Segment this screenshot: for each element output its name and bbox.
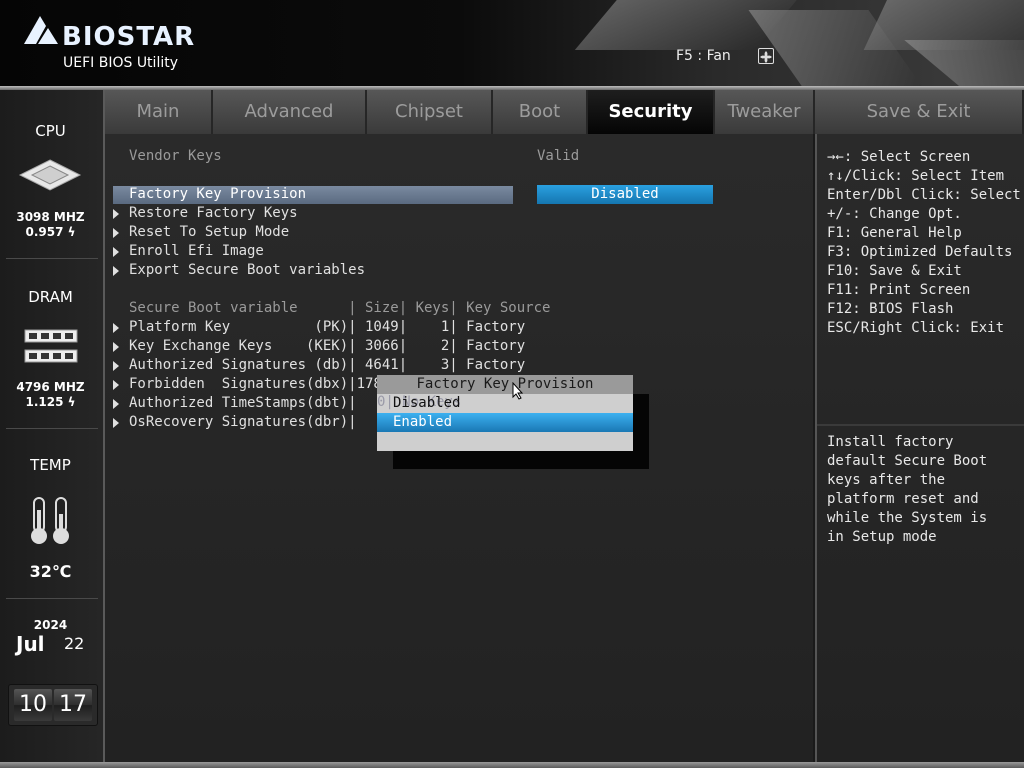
help-description: platform reset and [827, 491, 979, 507]
table-row[interactable]: Authorized TimeStamps(dbt)| [129, 394, 357, 413]
tab-main[interactable]: Main [105, 90, 213, 134]
factory-key-label[interactable]: Factory Key Provision [129, 185, 306, 204]
tab-advanced[interactable]: Advanced [213, 90, 367, 134]
table-row[interactable]: OsRecovery Signatures(dbr)| [129, 413, 357, 432]
submenu-arrow-icon [113, 380, 119, 390]
date-year: 2024 [33, 618, 68, 632]
time-minute: 17 [54, 689, 92, 721]
table-header: Secure Boot variable | Size| Keys| Key S… [129, 300, 551, 316]
cpu-frequency: 3098 MHZ [16, 210, 85, 224]
help-key: F10: Save & Exit [827, 263, 962, 279]
cpu-title: CPU [35, 122, 66, 140]
popup-title: Factory Key Provision [377, 375, 633, 394]
help-divider [817, 424, 1024, 426]
submenu-arrow-icon [113, 247, 119, 257]
biostar-logo-icon [24, 16, 58, 44]
tab-save-exit[interactable]: Save & Exit [815, 90, 1024, 134]
help-description: in Setup mode [827, 529, 937, 545]
help-key: Enter/Dbl Click: Select [827, 187, 1021, 203]
mouse-cursor-icon [512, 381, 524, 404]
thermometer-icon [28, 496, 76, 550]
vendor-keys-value: Valid [537, 148, 580, 164]
dram-voltage: 1.125 ϟ [25, 395, 76, 409]
brand-subtitle: UEFI BIOS Utility [63, 55, 178, 71]
cpu-voltage: 0.957 ϟ [25, 225, 76, 239]
submenu-arrow-icon [113, 361, 119, 371]
date-day: 22 [64, 634, 85, 653]
time-hour: 10 [14, 689, 52, 721]
dram-icon [24, 328, 78, 368]
time-clock: 10 17 [8, 684, 98, 726]
sidebar-divider [6, 428, 98, 429]
submenu-arrow-icon [113, 228, 119, 238]
tab-bar: Main Advanced Chipset Boot Security Twea… [105, 90, 1024, 134]
status-sidebar: CPU 3098 MHZ 0.957 ϟ DRAM 4796 MHZ 1.125… [0, 90, 105, 762]
help-key: ESC/Right Click: Exit [827, 320, 1005, 336]
menu-item-enroll-efi-image[interactable]: Enroll Efi Image [129, 242, 264, 261]
help-key: ↑↓/Click: Select Item [827, 168, 1005, 184]
option-popup: Factory Key Provision 0| No Keys Disable… [377, 375, 633, 451]
help-key: F1: General Help [827, 225, 962, 241]
vendor-keys-label: Vendor Keys [129, 148, 222, 164]
help-description: default Secure Boot [827, 453, 988, 469]
dram-frequency: 4796 MHZ [16, 380, 85, 394]
tab-chipset[interactable]: Chipset [367, 90, 493, 134]
help-description: Install factory [827, 434, 954, 450]
temp-title: TEMP [30, 456, 71, 474]
help-key: F11: Print Screen [827, 282, 971, 298]
date-month: Jul [16, 632, 45, 656]
brand-name: BIOSTAR [62, 22, 196, 52]
factory-key-value[interactable]: Disabled [537, 185, 713, 204]
header-decoration [904, 40, 1024, 86]
table-row[interactable]: Forbidden Signatures(dbx)|1783 [129, 375, 390, 394]
header: BIOSTAR UEFI BIOS Utility F5 : Fan [0, 0, 1024, 86]
submenu-arrow-icon [113, 323, 119, 333]
popup-option-disabled[interactable]: Disabled [377, 394, 633, 413]
tab-tweaker[interactable]: Tweaker [715, 90, 815, 134]
submenu-arrow-icon [113, 418, 119, 428]
menu-item-export-secure-boot[interactable]: Export Secure Boot variables [129, 261, 365, 280]
sidebar-divider [6, 258, 98, 259]
temp-value: 32℃ [29, 562, 72, 581]
submenu-arrow-icon [113, 399, 119, 409]
bottom-bar [0, 762, 1024, 768]
submenu-arrow-icon [113, 266, 119, 276]
help-description: keys after the [827, 472, 946, 488]
submenu-arrow-icon [113, 342, 119, 352]
tab-boot[interactable]: Boot [493, 90, 588, 134]
cpu-icon [18, 158, 82, 196]
sidebar-divider [6, 598, 98, 599]
table-row[interactable]: Key Exchange Keys (KEK)| 3066| 2| Factor… [129, 337, 525, 356]
help-description: while the System is [827, 510, 988, 526]
help-panel: →←: Select Screen ↑↓/Click: Select Item … [815, 134, 1024, 762]
fan-icon[interactable] [758, 48, 774, 64]
help-key: F12: BIOS Flash [827, 301, 954, 317]
popup-option-enabled[interactable]: Enabled [377, 413, 633, 432]
help-key: +/-: Change Opt. [827, 206, 962, 222]
table-row[interactable]: Platform Key (PK)| 1049| 1| Factory [129, 318, 525, 337]
menu-item-reset-setup-mode[interactable]: Reset To Setup Mode [129, 223, 289, 242]
biostar-logo: BIOSTAR UEFI BIOS Utility [22, 14, 194, 71]
help-key: F3: Optimized Defaults [827, 244, 1013, 260]
dram-title: DRAM [28, 288, 73, 306]
help-key: →←: Select Screen [827, 149, 971, 165]
menu-item-restore-factory-keys[interactable]: Restore Factory Keys [129, 204, 298, 223]
submenu-arrow-icon [113, 209, 119, 219]
fan-shortcut[interactable]: F5 : Fan [676, 48, 731, 64]
tab-security[interactable]: Security [588, 90, 715, 134]
table-row[interactable]: Authorized Signatures (db)| 4641| 3| Fac… [129, 356, 525, 375]
